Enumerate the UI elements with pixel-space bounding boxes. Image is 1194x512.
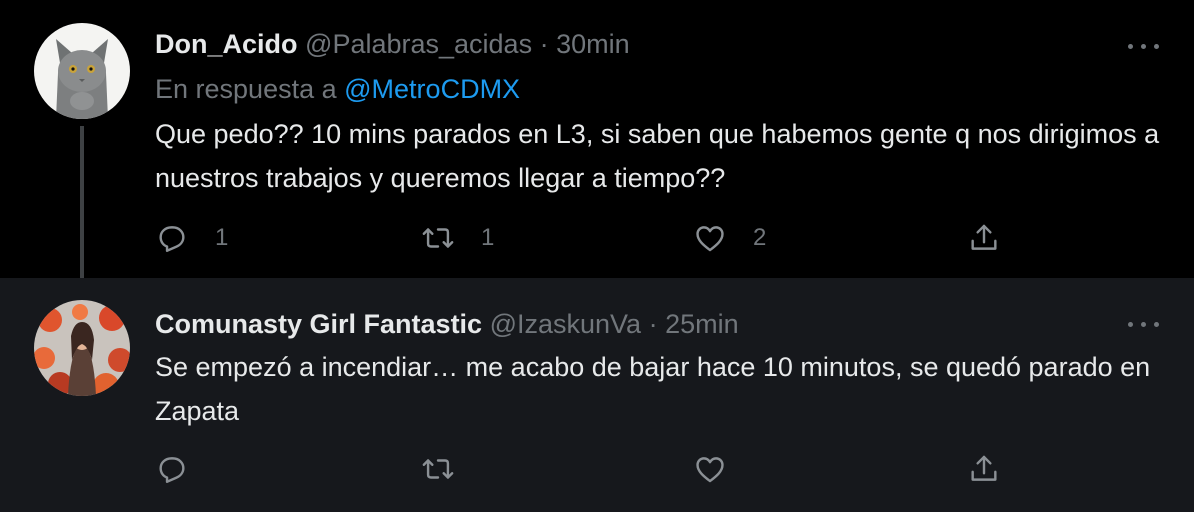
- share-button[interactable]: [967, 218, 1001, 258]
- heart-icon: [696, 226, 724, 252]
- mention-link[interactable]: @MetroCDMX: [344, 74, 520, 104]
- reply-prefix: En respuesta a: [155, 74, 337, 104]
- timestamp[interactable]: 25min: [665, 309, 739, 339]
- reply-context: En respuesta a @MetroCDMX: [155, 71, 520, 107]
- action-bar: [155, 449, 1015, 489]
- reply-icon: [159, 457, 185, 483]
- tweet-parent[interactable]: Don_Acido @Palabras_acidas · 30min En re…: [0, 0, 1194, 296]
- reply-icon: [159, 226, 185, 252]
- tweet-header: Don_Acido @Palabras_acidas · 30min: [155, 27, 630, 61]
- user-handle[interactable]: @IzaskunVa: [490, 309, 641, 339]
- user-handle[interactable]: @Palabras_acidas: [305, 29, 532, 59]
- avatar[interactable]: [34, 23, 130, 119]
- heart-icon: [696, 457, 724, 483]
- reply-button[interactable]: [155, 449, 215, 489]
- tweet-text: Que pedo?? 10 mins parados en L3, si sab…: [155, 119, 1160, 193]
- avatar[interactable]: [34, 300, 130, 396]
- like-count: 2: [753, 224, 767, 251]
- retweet-icon: [422, 459, 454, 479]
- tweet-reply[interactable]: Comunasty Girl Fantastic @IzaskunVa · 25…: [0, 278, 1194, 512]
- thread-connector: [80, 126, 84, 296]
- display-name[interactable]: Don_Acido: [155, 29, 298, 59]
- display-name[interactable]: Comunasty Girl Fantastic: [155, 309, 482, 339]
- more-options-button[interactable]: [1128, 36, 1160, 56]
- separator-dot: ·: [648, 309, 658, 339]
- share-button[interactable]: [967, 449, 1001, 489]
- share-icon: [971, 224, 997, 250]
- retweet-count: 1: [481, 224, 495, 251]
- tweet-header: Comunasty Girl Fantastic @IzaskunVa · 25…: [155, 307, 739, 341]
- action-bar: 1 1 2: [155, 218, 1015, 258]
- timestamp[interactable]: 30min: [556, 29, 630, 59]
- like-button[interactable]: 2: [693, 218, 766, 258]
- share-icon: [971, 455, 997, 481]
- tweet-text: Se empezó a incendiar… me acabo de bajar…: [155, 352, 1151, 426]
- retweet-button[interactable]: [421, 449, 481, 489]
- separator-dot: ·: [539, 29, 549, 59]
- retweet-icon: [422, 228, 454, 248]
- like-button[interactable]: [693, 449, 753, 489]
- reply-button[interactable]: 1: [155, 218, 228, 258]
- more-options-button[interactable]: [1128, 314, 1160, 334]
- reply-count: 1: [215, 224, 229, 251]
- retweet-button[interactable]: 1: [421, 218, 494, 258]
